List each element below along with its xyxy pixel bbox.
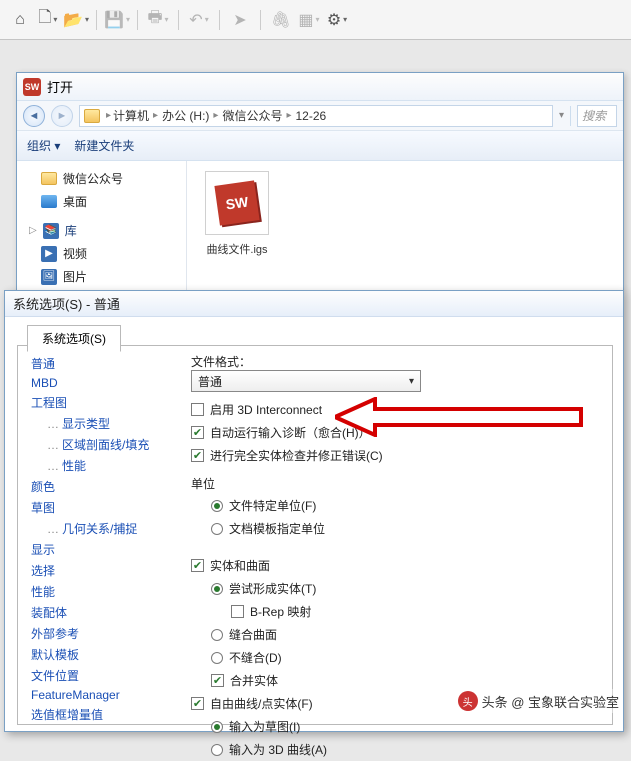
tree-item-library[interactable]: ▷📚库 bbox=[25, 219, 178, 242]
tree-node[interactable]: 文件位置 bbox=[25, 665, 175, 686]
options-content: 文件格式： 普通 启用 3D Interconnect 自动运行输入诊断（愈合(… bbox=[191, 353, 605, 721]
checkbox-full-check[interactable] bbox=[191, 449, 204, 462]
file-list[interactable]: SW 曲线文件.igs bbox=[187, 161, 623, 291]
new-folder-button[interactable]: 新建文件夹 bbox=[74, 137, 134, 154]
file-label: 曲线文件.igs bbox=[197, 241, 277, 257]
attach-icon[interactable]: 🖇 bbox=[269, 8, 293, 32]
pointer-icon[interactable]: ➤ bbox=[228, 8, 252, 32]
radio-stitch[interactable] bbox=[211, 629, 223, 641]
file-item[interactable]: SW 曲线文件.igs bbox=[197, 171, 277, 257]
save-icon[interactable]: 💾 bbox=[105, 8, 129, 32]
breadcrumb[interactable]: ▸ 计算机▸ 办公 (H:)▸ 微信公众号▸ 12-26 bbox=[79, 105, 553, 127]
file-format-label: 文件格式： bbox=[191, 353, 605, 370]
open-dialog: SW 打开 ◄ ► ▸ 计算机▸ 办公 (H:)▸ 微信公众号▸ 12-26 ▾… bbox=[16, 72, 624, 292]
tree-node[interactable]: 颜色 bbox=[25, 476, 175, 497]
open-title-text: 打开 bbox=[47, 77, 73, 96]
document-icon[interactable]: 🗋 bbox=[36, 8, 60, 32]
window-icon[interactable]: ▦ bbox=[297, 8, 321, 32]
radio-nostitch[interactable] bbox=[211, 652, 223, 664]
home-icon[interactable]: ⌂ bbox=[8, 8, 32, 32]
open-icon[interactable]: 📂 bbox=[64, 8, 88, 32]
search-input[interactable]: 搜索 bbox=[577, 105, 617, 127]
folder-icon bbox=[84, 109, 100, 123]
tree-node[interactable]: 外部参考 bbox=[25, 623, 175, 644]
tree-node[interactable]: 选值框增量值 bbox=[25, 704, 175, 721]
tree-item-wx[interactable]: 微信公众号 bbox=[25, 167, 178, 190]
tree-item-desktop[interactable]: 桌面 bbox=[25, 190, 178, 213]
checkbox-solid-surface[interactable] bbox=[191, 559, 204, 572]
radio-try-solid[interactable] bbox=[211, 583, 223, 595]
nav-forward-button[interactable]: ► bbox=[51, 105, 73, 127]
tree-item-picture[interactable]: 🖼图片 bbox=[25, 265, 178, 288]
options-tree[interactable]: 普通 MBD 工程图 显示类型 区域剖面线/填充 性能 颜色 草图 几何关系/捕… bbox=[25, 353, 175, 721]
checkbox-3d-interconnect[interactable] bbox=[191, 403, 204, 416]
tree-node[interactable]: 几何关系/捕捉 bbox=[25, 518, 175, 539]
gear-icon[interactable]: ⚙ bbox=[325, 8, 349, 32]
radio-as-sketch[interactable] bbox=[211, 721, 223, 733]
tree-node[interactable]: 选择 bbox=[25, 560, 175, 581]
print-icon[interactable]: 🖶 bbox=[146, 8, 170, 32]
organize-button[interactable]: 组织 ▾ bbox=[27, 137, 60, 154]
nav-back-button[interactable]: ◄ bbox=[23, 105, 45, 127]
tree-node[interactable]: 工程图 bbox=[25, 392, 175, 413]
tree-node[interactable]: 性能 bbox=[25, 581, 175, 602]
options-title: 系统选项(S) - 普通 bbox=[5, 291, 623, 317]
tree-item-video[interactable]: ▶视频 bbox=[25, 242, 178, 265]
tree-node[interactable]: 默认模板 bbox=[25, 644, 175, 665]
unit-group-label: 单位 bbox=[191, 475, 605, 492]
file-format-combo[interactable]: 普通 bbox=[191, 370, 421, 392]
sw-app-icon: SW bbox=[23, 78, 41, 96]
tree-node[interactable]: 显示类型 bbox=[25, 413, 175, 434]
sw-file-icon: SW bbox=[214, 180, 259, 225]
tree-node[interactable]: MBD bbox=[25, 374, 175, 392]
radio-file-unit[interactable] bbox=[211, 500, 223, 512]
main-toolbar: ⌂ 🗋 📂 💾 🖶 ↶ ➤ 🖇 ▦ ⚙ bbox=[0, 0, 631, 40]
watermark: 头头条 @ 宝象联合实验室 bbox=[454, 689, 623, 713]
tree-node[interactable]: FeatureManager bbox=[25, 686, 175, 704]
undo-icon[interactable]: ↶ bbox=[187, 8, 211, 32]
radio-template-unit[interactable] bbox=[211, 523, 223, 535]
tree-node[interactable]: 草图 bbox=[25, 497, 175, 518]
checkbox-brep[interactable] bbox=[231, 605, 244, 618]
open-dialog-title: SW 打开 bbox=[17, 73, 623, 101]
system-options-dialog: 系统选项(S) - 普通 系统选项(S) 普通 MBD 工程图 显示类型 区域剖… bbox=[4, 290, 624, 732]
checkbox-free-curve[interactable] bbox=[191, 697, 204, 710]
tree-node[interactable]: 装配体 bbox=[25, 602, 175, 623]
folder-tree[interactable]: 微信公众号 桌面 ▷📚库 ▶视频 🖼图片 bbox=[17, 161, 187, 291]
checkbox-auto-diag[interactable] bbox=[191, 426, 204, 439]
tab-system-options[interactable]: 系统选项(S) bbox=[27, 325, 121, 352]
radio-as-3dcurve[interactable] bbox=[211, 744, 223, 756]
tree-node[interactable]: 显示 bbox=[25, 539, 175, 560]
tree-node[interactable]: 普通 bbox=[25, 353, 175, 374]
tree-node[interactable]: 区域剖面线/填充 bbox=[25, 434, 175, 455]
checkbox-merge[interactable] bbox=[211, 674, 224, 687]
tree-node[interactable]: 性能 bbox=[25, 455, 175, 476]
